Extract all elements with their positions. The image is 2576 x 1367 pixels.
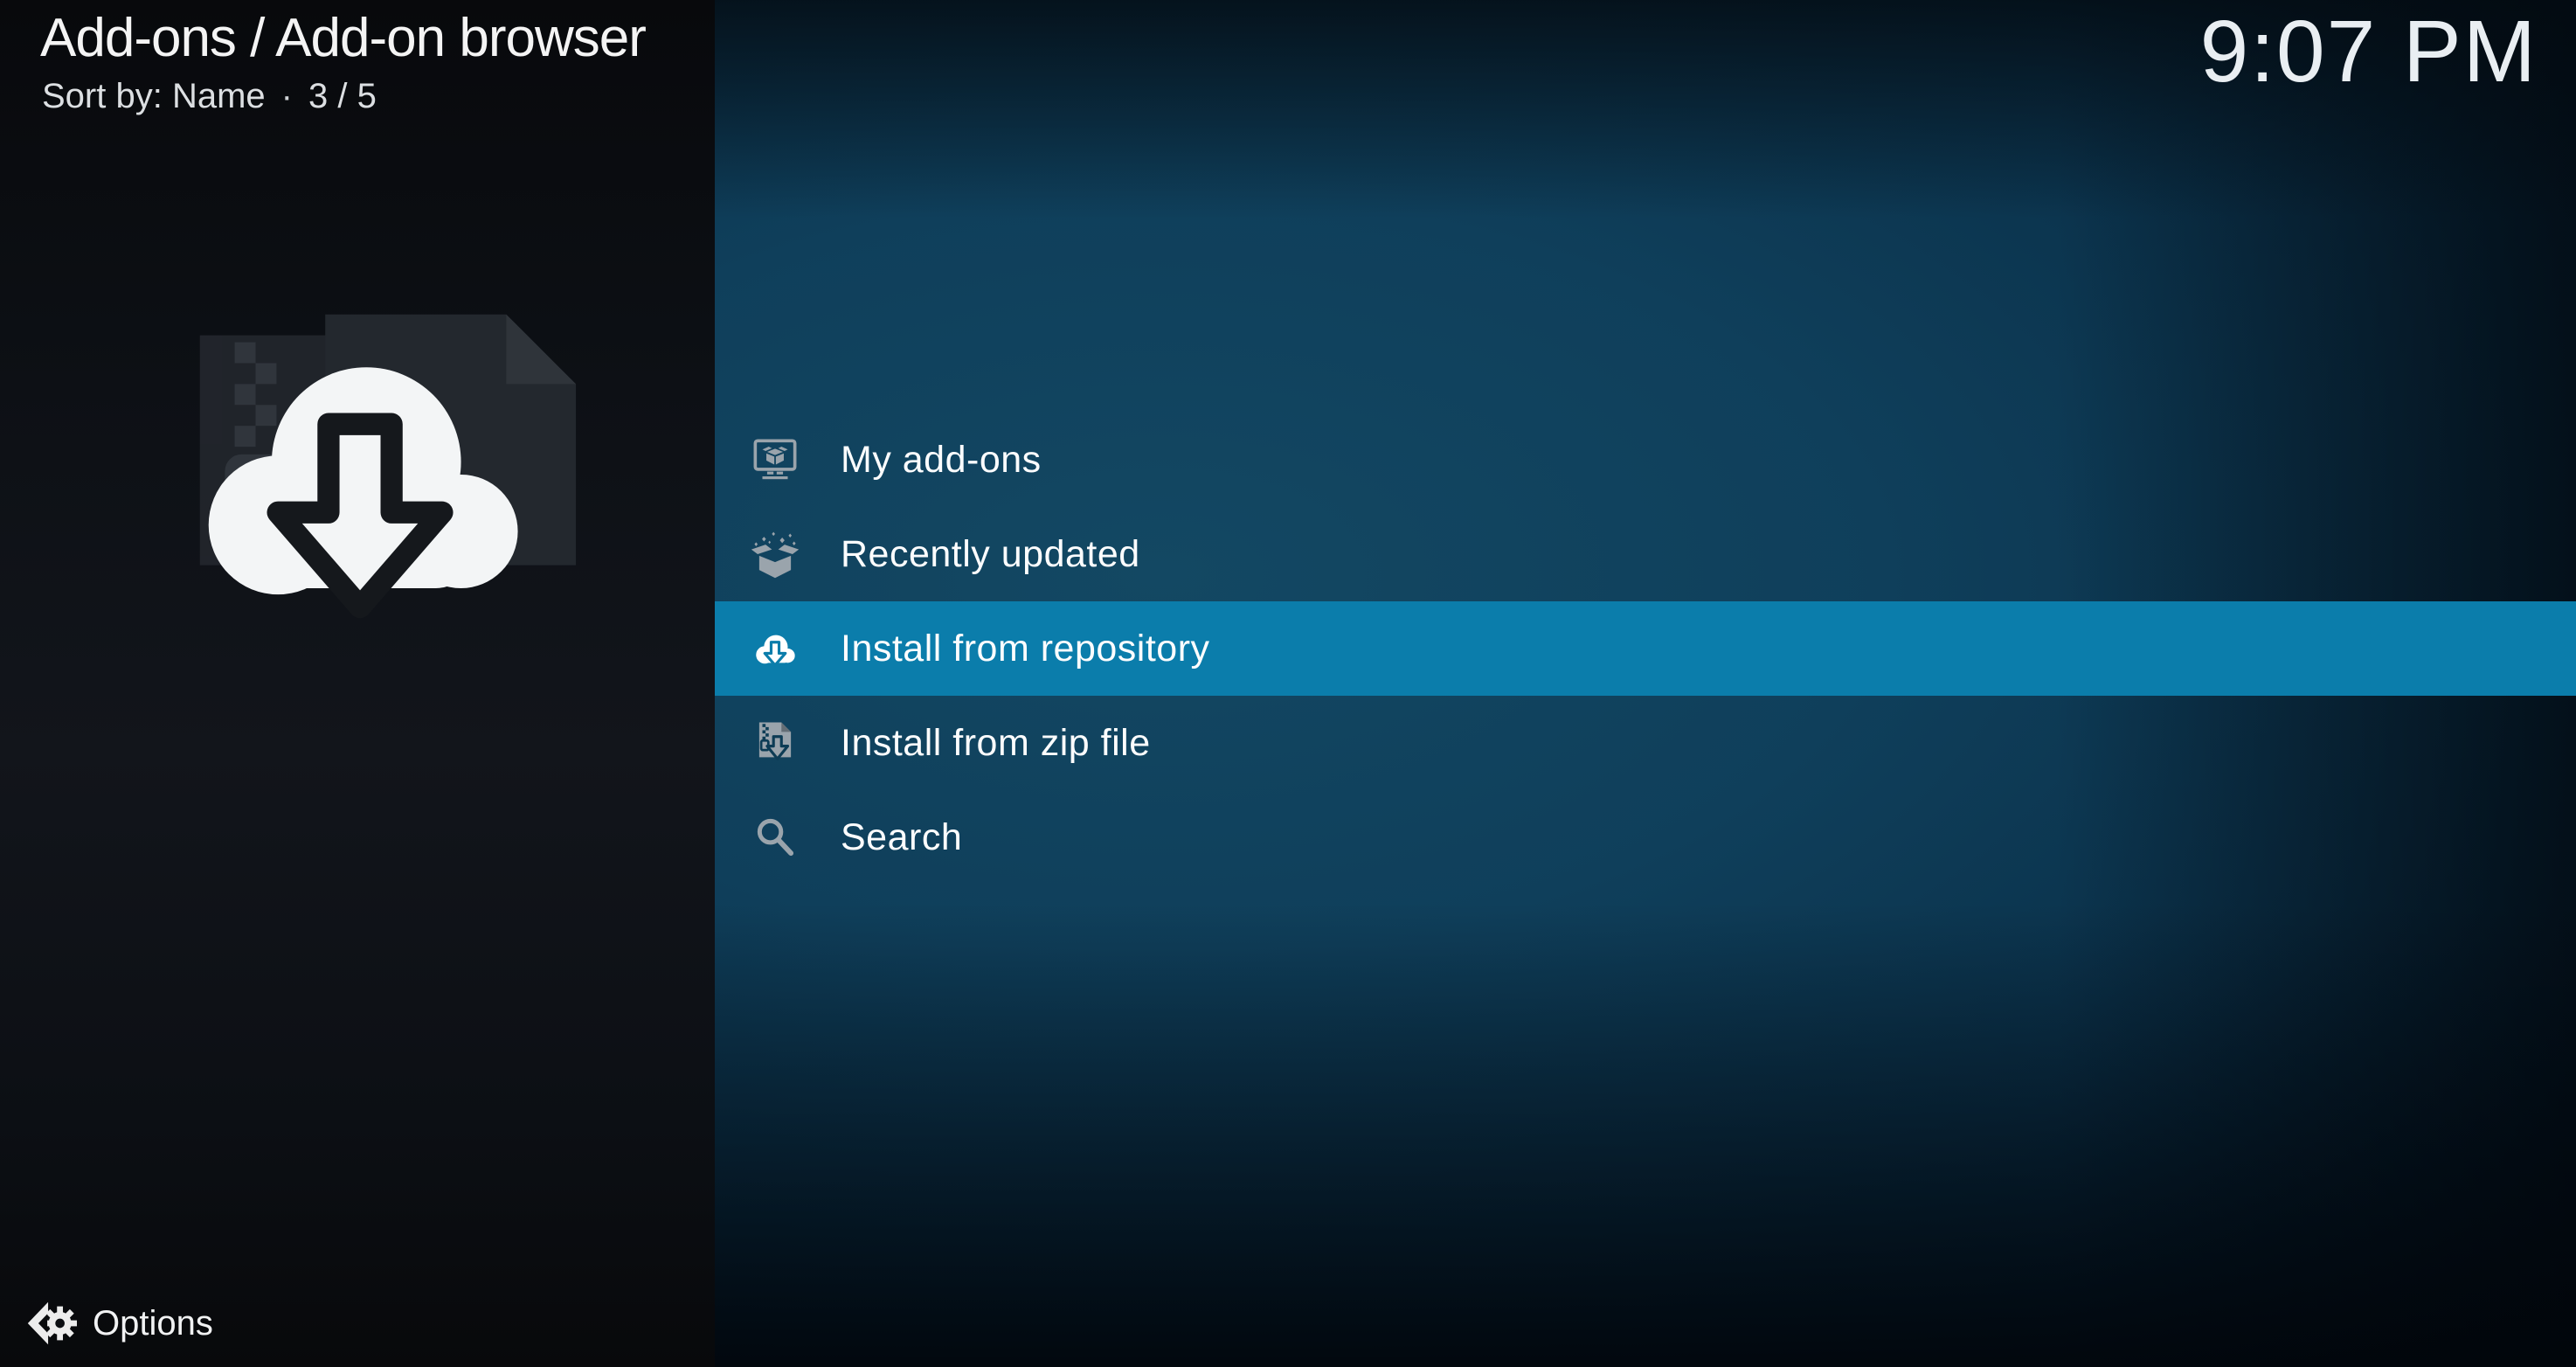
menu-item-label: Recently updated	[841, 532, 1140, 575]
menu-item-label: Search	[841, 815, 963, 858]
zip-file-icon	[750, 718, 800, 768]
sort-status: Sort by: Name · 3 / 5	[42, 77, 377, 116]
separator-dot: ·	[280, 77, 293, 115]
cloud-download-icon	[750, 623, 800, 674]
menu-item-my-add-ons[interactable]: My add-ons	[715, 413, 2576, 507]
sort-by-label: Sort by: Name	[42, 77, 266, 115]
menu-item-recently-updated[interactable]: Recently updated	[715, 507, 2576, 601]
menu-item-install-from-zip-file[interactable]: Install from zip file	[715, 696, 2576, 790]
search-icon	[750, 812, 800, 863]
recently-updated-icon	[750, 529, 800, 579]
menu-item-label: Install from zip file	[841, 721, 1151, 764]
addon-artwork	[199, 314, 577, 607]
menu-item-search[interactable]: Search	[715, 790, 2576, 885]
menu-item-label: Install from repository	[841, 627, 1210, 670]
options-button[interactable]: Options	[23, 1292, 213, 1355]
kodi-screen: Add-ons / Add-on browser Sort by: Name · 3…	[0, 0, 2576, 1367]
options-label: Options	[93, 1303, 213, 1343]
menu-item-install-from-repository[interactable]: Install from repository	[715, 601, 2576, 696]
addon-menu-list: My add-ons Recently updated Install from…	[715, 413, 2576, 885]
kodi-options-icon	[23, 1296, 77, 1350]
clock: 9:07 PM	[2199, 3, 2538, 101]
left-panel	[0, 0, 715, 1367]
menu-item-label: My add-ons	[841, 438, 1042, 481]
page-title: Add-ons / Add-on browser	[40, 8, 647, 68]
item-position: 3 / 5	[308, 77, 377, 115]
my-addons-icon	[750, 434, 800, 485]
